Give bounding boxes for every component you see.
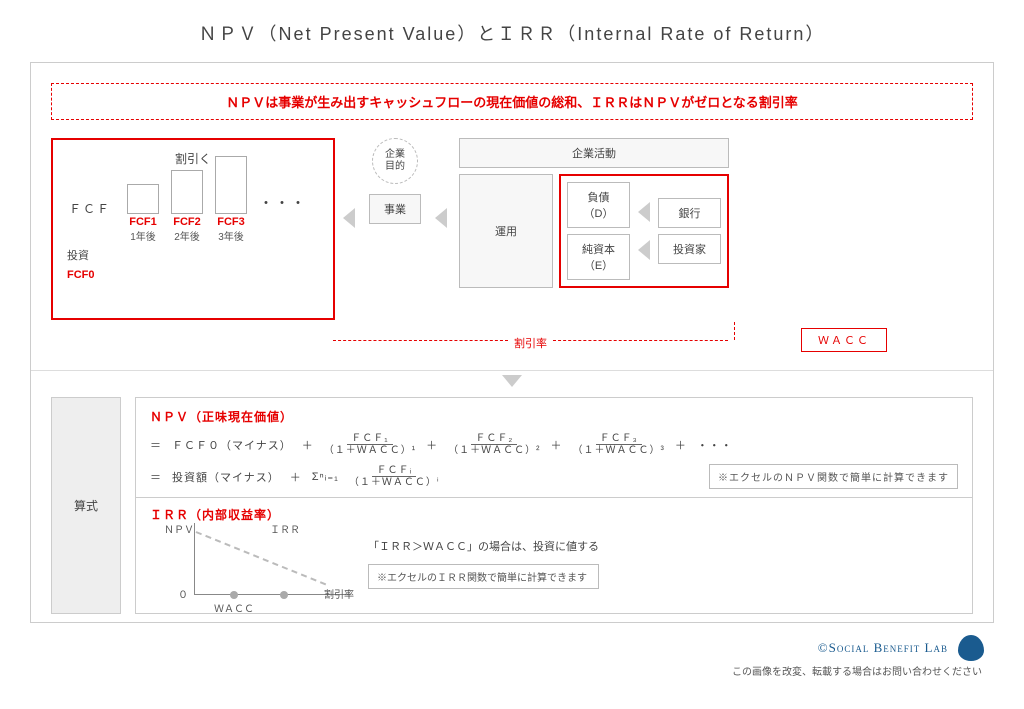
bank-box: 銀行 <box>658 198 721 228</box>
formula-body: ＮＰＶ（正味現在価値） ＝ ＦＣＦ０（マイナス） ＋ ＦＣＦ₁（１＋ＷＡＣＣ）¹… <box>135 397 973 614</box>
activity-box: 企業活動 <box>459 138 729 168</box>
fcf-label: ＦＣＦ <box>69 200 111 217</box>
year-2: 2年後 <box>174 228 200 243</box>
discount-title: 割引く <box>63 150 323 167</box>
year-3: 3年後 <box>218 228 244 243</box>
equity-box: 純資本 （E） <box>567 234 630 280</box>
business-box: 事業 <box>369 194 421 224</box>
bar-label-1: FCF1 <box>129 216 157 228</box>
year-1: 1年後 <box>130 228 156 243</box>
wacc-box: ＷＡＣＣ <box>801 328 887 352</box>
npv-note: ※エクセルのＮＰＶ関数で簡単に計算できます <box>709 464 958 489</box>
footer-note: この画像を改変、転載する場合はお問い合わせください <box>30 663 994 678</box>
copyright: ©Social Benefit Lab <box>818 640 948 656</box>
invest-label: 投資 <box>67 247 323 263</box>
ellipsis: ・・・ <box>259 193 307 213</box>
arrow-left-icon <box>638 240 650 260</box>
bar-label-3: FCF3 <box>217 216 245 228</box>
fcf0-label: FCF0 <box>67 269 323 281</box>
sigma: Σⁿᵢ₌₁ <box>312 470 339 483</box>
npv-title: ＮＰＶ（正味現在価値） <box>150 408 958 425</box>
page-title: ＮＰＶ（Net Present Value）とＩＲＲ（Internal Rate… <box>30 20 994 46</box>
arrow-left-icon <box>435 208 447 228</box>
discount-box: 割引く ＦＣＦ FCF11年後 FCF22年後 FCF33年後 ・・・ 投資 F… <box>51 138 335 320</box>
formula-label: 算式 <box>51 397 121 614</box>
investor-box: 投資家 <box>658 234 721 264</box>
arrow-down-icon <box>502 375 522 387</box>
arrow-left-icon <box>343 208 355 228</box>
eq: ＝ <box>150 437 162 453</box>
invest-term: 投資額（マイナス） <box>172 469 280 485</box>
bar-label-2: FCF2 <box>173 216 201 228</box>
purpose-circle: 企業 目的 <box>372 138 418 184</box>
debt-box: 負債 （D） <box>567 182 630 228</box>
main-frame: ＮＰＶは事業が生み出すキャッシュフローの現在価値の総和、ＩＲＲはＮＰＶがゼロとな… <box>30 62 994 623</box>
logo-icon <box>958 635 984 661</box>
irr-condition: 「ＩＲＲ＞ＷＡＣＣ」の場合は、投資に値する <box>368 538 599 554</box>
irr-graph: ＮＰＶ ０ ＷＡＣＣ ＩＲＲ 割引率 <box>170 523 350 603</box>
fcf0-term: ＦＣＦ０（マイナス） <box>172 437 292 453</box>
arrow-left-icon <box>638 202 650 222</box>
capital-box: 負債 （D） 純資本 （E） 銀行 投資家 <box>559 174 729 288</box>
discount-rate-label: 割引率 <box>514 335 547 351</box>
summary-banner: ＮＰＶは事業が生み出すキャッシュフローの現在価値の総和、ＩＲＲはＮＰＶがゼロとな… <box>51 83 973 120</box>
irr-note: ※エクセルのＩＲＲ関数で簡単に計算できます <box>368 564 599 589</box>
operation-box: 運用 <box>459 174 553 288</box>
